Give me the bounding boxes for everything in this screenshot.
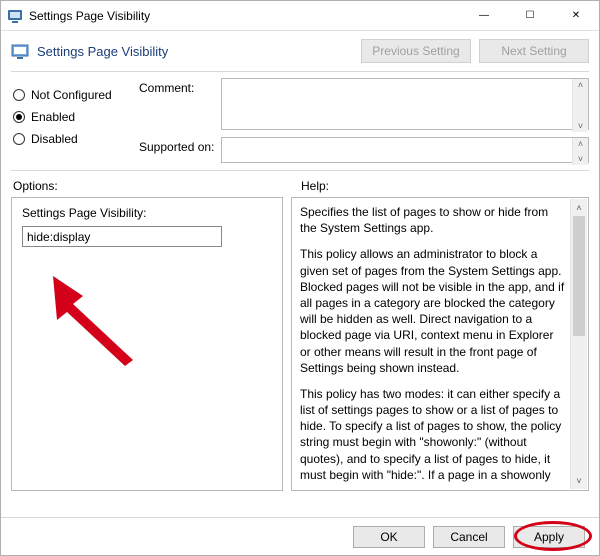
radio-label: Enabled (31, 110, 75, 124)
help-panel: Specifies the list of pages to show or h… (291, 197, 589, 491)
state-radios: Not Configured Enabled Disabled (13, 78, 133, 166)
upper-section: Not Configured Enabled Disabled Comment:… (1, 72, 599, 170)
next-setting-button[interactable]: Next Setting (479, 39, 589, 63)
help-paragraph: Specifies the list of pages to show or h… (300, 204, 566, 236)
window-title: Settings Page Visibility (29, 9, 461, 23)
supported-on-textarea[interactable] (221, 137, 589, 163)
scroll-up-icon: ˄ (578, 79, 583, 91)
scroll-up-icon: ˄ (571, 199, 587, 216)
radio-disabled[interactable]: Disabled (13, 128, 133, 150)
help-scrollbar[interactable]: ˄ ˅ (570, 199, 587, 489)
header-row: Settings Page Visibility Previous Settin… (1, 31, 599, 71)
minimize-button[interactable]: — (461, 1, 507, 30)
radio-label: Disabled (31, 132, 78, 146)
app-icon (7, 8, 23, 24)
previous-setting-button[interactable]: Previous Setting (361, 39, 471, 63)
window-controls: — ☐ ✕ (461, 1, 599, 30)
option-field-label: Settings Page Visibility: (22, 206, 272, 220)
radio-not-configured[interactable]: Not Configured (13, 84, 133, 106)
panels: Settings Page Visibility: Specifies the … (1, 197, 599, 497)
upper-fields: Comment: ˄˅ Supported on: ˄˅ (139, 78, 589, 166)
policy-title: Settings Page Visibility (37, 44, 353, 59)
radio-icon (13, 89, 25, 101)
comment-label: Comment: (139, 78, 217, 95)
section-labels: Options: Help: (1, 171, 599, 197)
help-text: Specifies the list of pages to show or h… (300, 204, 566, 484)
settings-page-visibility-input[interactable] (22, 226, 222, 247)
radio-icon (13, 111, 25, 123)
scrollbar[interactable]: ˄˅ (572, 79, 588, 132)
help-paragraph: This policy allows an administrator to b… (300, 246, 566, 376)
policy-icon (11, 42, 29, 60)
supported-on-label: Supported on: (139, 137, 217, 154)
comment-textarea[interactable] (221, 78, 589, 130)
maximize-button[interactable]: ☐ (507, 1, 553, 30)
scroll-up-icon: ˄ (578, 138, 583, 150)
options-heading: Options: (13, 179, 301, 193)
titlebar: Settings Page Visibility — ☐ ✕ (1, 1, 599, 31)
scroll-down-icon: ˅ (571, 472, 587, 489)
ok-button[interactable]: OK (353, 526, 425, 548)
scroll-thumb[interactable] (573, 216, 585, 336)
radio-label: Not Configured (31, 88, 112, 102)
scroll-track (571, 216, 587, 472)
help-heading: Help: (301, 179, 589, 193)
radio-enabled[interactable]: Enabled (13, 106, 133, 128)
scroll-down-icon: ˅ (578, 120, 583, 132)
help-paragraph: This policy has two modes: it can either… (300, 386, 566, 484)
apply-button[interactable]: Apply (513, 526, 585, 548)
cancel-button[interactable]: Cancel (433, 526, 505, 548)
options-panel: Settings Page Visibility: (11, 197, 283, 491)
scrollbar[interactable]: ˄˅ (572, 138, 588, 165)
button-bar: OK Cancel Apply (1, 517, 599, 555)
scroll-down-icon: ˅ (578, 153, 583, 165)
radio-icon (13, 133, 25, 145)
close-button[interactable]: ✕ (553, 1, 599, 30)
